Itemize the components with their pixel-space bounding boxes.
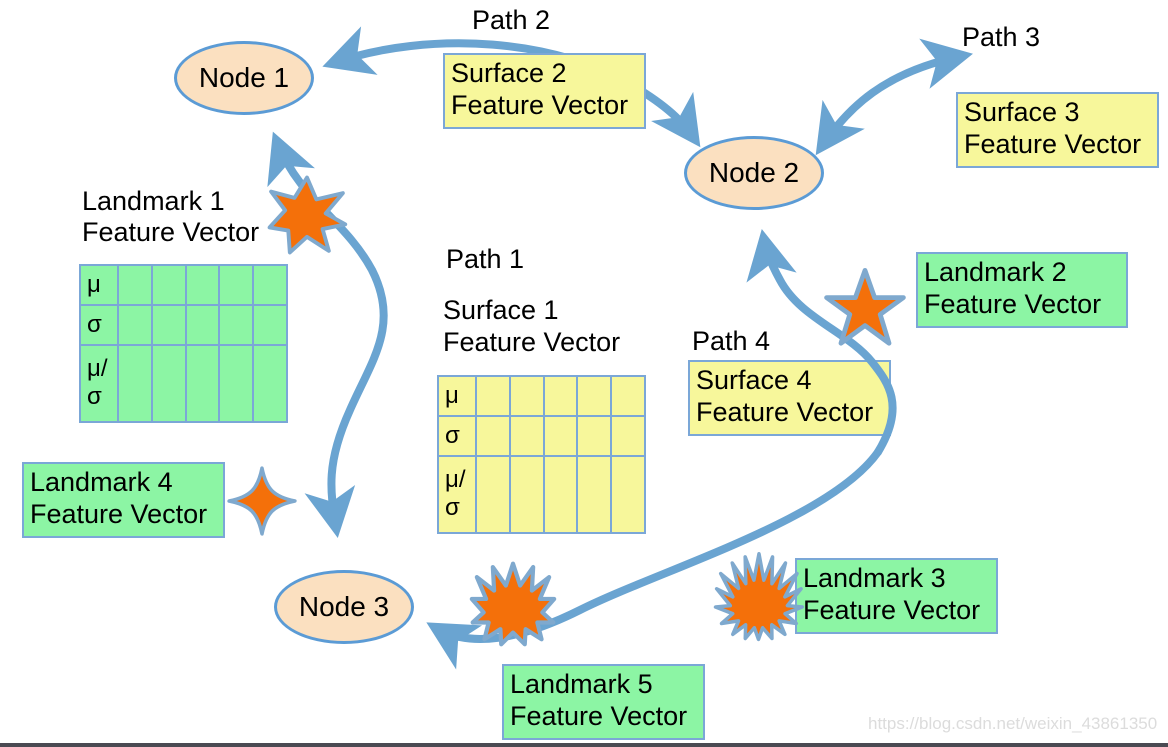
surface-1-subtitle: Feature Vector bbox=[443, 327, 621, 357]
cell bbox=[508, 454, 545, 535]
surface-3-subtitle: Feature Vector bbox=[964, 128, 1142, 159]
surface-2-subtitle: Feature Vector bbox=[451, 89, 629, 120]
cell bbox=[610, 454, 646, 535]
cell bbox=[150, 343, 187, 424]
surface-2-title: Surface 2 bbox=[451, 58, 567, 88]
cell bbox=[218, 303, 255, 346]
cell bbox=[576, 414, 613, 457]
landmark-2-subtitle: Feature Vector bbox=[924, 288, 1102, 319]
landmark-4-box[interactable]: Landmark 4 Feature Vector bbox=[22, 462, 225, 538]
cell bbox=[475, 414, 511, 457]
landmark-3-subtitle: Feature Vector bbox=[803, 594, 981, 625]
landmark-3-box[interactable]: Landmark 3 Feature Vector bbox=[795, 558, 998, 634]
landmark-4-star-icon bbox=[227, 466, 297, 536]
cell bbox=[184, 343, 221, 424]
surface-4-box[interactable]: Surface 4 Feature Vector bbox=[688, 360, 891, 436]
landmark-1-subtitle: Feature Vector bbox=[82, 217, 260, 247]
node-2-label: Node 2 bbox=[708, 157, 800, 188]
bottom-bar bbox=[0, 743, 1168, 747]
landmark-4-subtitle: Feature Vector bbox=[30, 498, 208, 529]
cell bbox=[117, 264, 153, 306]
cell bbox=[542, 375, 579, 417]
cell bbox=[542, 454, 579, 535]
path-3-label: Path 3 bbox=[962, 22, 1041, 52]
cell-mu: μ bbox=[79, 264, 119, 306]
landmark-2-box[interactable]: Landmark 2 Feature Vector bbox=[916, 252, 1128, 328]
diagram-canvas: Node 1 Node 2 Node 3 Path 2 Path 3 Path … bbox=[0, 0, 1168, 747]
cell-sigma: σ bbox=[437, 414, 477, 457]
surface-1-feature-table[interactable]: μ σ μ/σ bbox=[437, 375, 646, 535]
cell bbox=[252, 303, 288, 346]
cell bbox=[610, 414, 646, 457]
surface-4-title: Surface 4 bbox=[696, 365, 812, 395]
node-3[interactable]: Node 3 bbox=[274, 570, 414, 644]
surface-3-box[interactable]: Surface 3 Feature Vector bbox=[956, 92, 1159, 168]
table-row: μ bbox=[79, 264, 288, 306]
cell bbox=[508, 414, 545, 457]
landmark-3-star-icon bbox=[713, 552, 804, 642]
cell bbox=[576, 375, 613, 417]
cell-mu-over-sigma: μ/σ bbox=[437, 454, 477, 535]
cell bbox=[576, 454, 613, 535]
table-row: μ bbox=[437, 375, 646, 417]
landmark-1-feature-table[interactable]: μ σ μ/σ bbox=[79, 264, 288, 424]
node-3-label: Node 3 bbox=[298, 591, 390, 622]
cell bbox=[218, 343, 255, 424]
landmark-4-title: Landmark 4 bbox=[30, 467, 173, 497]
cell bbox=[610, 375, 646, 417]
table-row: σ bbox=[437, 414, 646, 457]
landmark-5-star-icon bbox=[469, 561, 557, 647]
node-1[interactable]: Node 1 bbox=[174, 41, 314, 115]
table-row: σ bbox=[79, 303, 288, 346]
cell bbox=[184, 303, 221, 346]
watermark-text: https://blog.csdn.net/weixin_43861350 bbox=[868, 714, 1158, 733]
landmark-2-title: Landmark 2 bbox=[924, 257, 1067, 287]
cell-sigma: σ bbox=[79, 303, 119, 346]
landmark-3-title: Landmark 3 bbox=[803, 563, 946, 593]
landmark-1-title: Landmark 1 bbox=[82, 186, 225, 216]
cell bbox=[542, 414, 579, 457]
surface-2-box[interactable]: Surface 2 Feature Vector bbox=[443, 53, 646, 129]
cell bbox=[184, 264, 221, 306]
cell bbox=[117, 343, 153, 424]
landmark-2-star-icon bbox=[824, 268, 906, 346]
cell bbox=[475, 454, 511, 535]
content-layer: Node 1 Node 2 Node 3 Path 2 Path 3 Path … bbox=[0, 0, 1168, 747]
cell-mu-over-sigma: μ/σ bbox=[79, 343, 119, 424]
surface-3-title: Surface 3 bbox=[964, 97, 1080, 127]
landmark-5-box[interactable]: Landmark 5 Feature Vector bbox=[502, 664, 705, 740]
surface-1-title: Surface 1 bbox=[443, 295, 559, 325]
cell bbox=[150, 303, 187, 346]
path-1-label: Path 1 bbox=[446, 244, 525, 274]
cell bbox=[475, 375, 511, 417]
table-row: μ/σ bbox=[437, 454, 646, 535]
landmark-1-star-icon bbox=[267, 175, 348, 255]
landmark-5-subtitle: Feature Vector bbox=[510, 700, 688, 731]
cell bbox=[508, 375, 545, 417]
node-1-label: Node 1 bbox=[198, 62, 290, 93]
cell bbox=[117, 303, 153, 346]
cell bbox=[150, 264, 187, 306]
path-4-label: Path 4 bbox=[692, 326, 771, 356]
cell bbox=[252, 264, 288, 306]
cell bbox=[252, 343, 288, 424]
cell bbox=[218, 264, 255, 306]
cell-mu: μ bbox=[437, 375, 477, 417]
table-row: μ/σ bbox=[79, 343, 288, 424]
node-2[interactable]: Node 2 bbox=[684, 136, 824, 210]
surface-4-subtitle: Feature Vector bbox=[696, 396, 874, 427]
path-2-label: Path 2 bbox=[472, 5, 551, 35]
landmark-5-title: Landmark 5 bbox=[510, 669, 653, 699]
